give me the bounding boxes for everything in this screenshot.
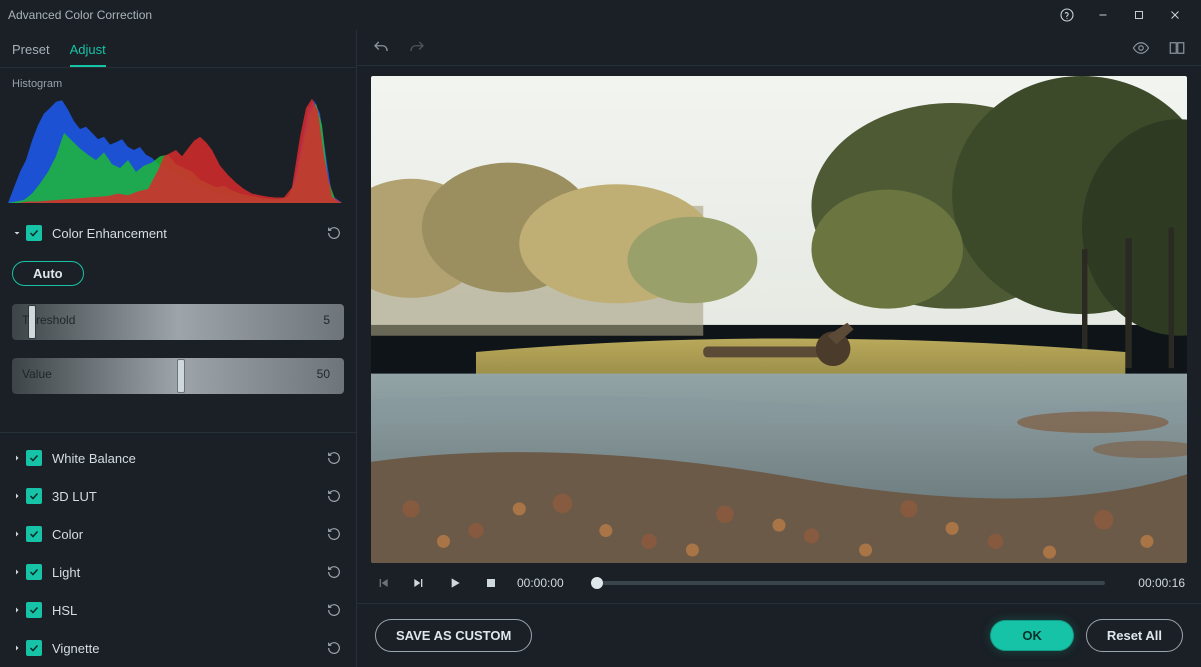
checkbox-white-balance[interactable] [26, 450, 42, 466]
right-panel: 00:00:00 00:00:16 SAVE AS CUSTOM OK Rese… [357, 30, 1201, 667]
auto-button[interactable]: Auto [12, 261, 84, 286]
compare-icon[interactable] [1167, 38, 1187, 58]
value-slider[interactable]: Value 50 [12, 358, 344, 394]
checkbox-color[interactable] [26, 526, 42, 542]
checkbox-hsl[interactable] [26, 602, 42, 618]
threshold-slider[interactable]: Threshold 5 [12, 304, 344, 340]
footer: SAVE AS CUSTOM OK Reset All [357, 603, 1201, 667]
section-label: HSL [52, 603, 322, 618]
reset-color[interactable] [322, 522, 346, 546]
section-white-balance[interactable]: White Balance [0, 439, 356, 477]
value-label: Value [22, 367, 52, 381]
reset-hsl[interactable] [322, 598, 346, 622]
play-button[interactable] [445, 573, 465, 593]
threshold-thumb[interactable] [29, 306, 35, 338]
time-current: 00:00:00 [517, 576, 575, 590]
section-vignette[interactable]: Vignette [0, 629, 356, 667]
undo-button[interactable] [371, 38, 391, 58]
section-3d-lut[interactable]: 3D LUT [0, 477, 356, 515]
section-light[interactable]: Light [0, 553, 356, 591]
section-label: White Balance [52, 451, 322, 466]
histogram [8, 94, 348, 203]
redo-button[interactable] [407, 38, 427, 58]
ok-button[interactable]: OK [990, 620, 1074, 651]
section-label: 3D LUT [52, 489, 322, 504]
section-label: Color [52, 527, 322, 542]
section-color[interactable]: Color [0, 515, 356, 553]
preview-toolbar [357, 30, 1201, 66]
seek-track[interactable] [597, 581, 1105, 585]
section-color-enhancement[interactable]: Color Enhancement [0, 215, 356, 251]
stop-button[interactable] [481, 573, 501, 593]
value-thumb[interactable] [178, 360, 184, 392]
next-frame-button[interactable] [409, 573, 429, 593]
reset-3d-lut[interactable] [322, 484, 346, 508]
caret-right-icon [10, 452, 24, 464]
tab-preset[interactable]: Preset [12, 36, 50, 67]
preview-toggle-icon[interactable] [1131, 38, 1151, 58]
maximize-button[interactable] [1121, 0, 1157, 30]
section-label: Light [52, 565, 322, 580]
reset-vignette[interactable] [322, 636, 346, 660]
checkbox-vignette[interactable] [26, 640, 42, 656]
seek-knob[interactable] [591, 577, 603, 589]
checkbox-light[interactable] [26, 564, 42, 580]
caret-right-icon [10, 490, 24, 502]
section-label: Vignette [52, 641, 322, 656]
help-button[interactable] [1049, 0, 1085, 30]
prev-frame-button[interactable] [373, 573, 393, 593]
histogram-label: Histogram [0, 68, 356, 94]
caret-right-icon [10, 604, 24, 616]
save-as-custom-button[interactable]: SAVE AS CUSTOM [375, 619, 532, 652]
video-preview[interactable] [371, 76, 1187, 563]
playback-bar: 00:00:00 00:00:16 [371, 563, 1187, 603]
left-panel: Preset Adjust Histogram Color Enhancemen… [0, 30, 357, 667]
threshold-value: 5 [323, 313, 330, 327]
caret-right-icon [10, 642, 24, 654]
checkbox-color-enhancement[interactable] [26, 225, 42, 241]
checkbox-3d-lut[interactable] [26, 488, 42, 504]
tabs: Preset Adjust [0, 30, 356, 68]
minimize-button[interactable] [1085, 0, 1121, 30]
time-total: 00:00:16 [1127, 576, 1185, 590]
reset-all-button[interactable]: Reset All [1086, 619, 1183, 652]
section-label: Color Enhancement [52, 226, 322, 241]
section-hsl[interactable]: HSL [0, 591, 356, 629]
reset-color-enhancement[interactable] [322, 221, 346, 245]
reset-white-balance[interactable] [322, 446, 346, 470]
close-button[interactable] [1157, 0, 1193, 30]
tab-adjust[interactable]: Adjust [70, 36, 106, 67]
caret-right-icon [10, 566, 24, 578]
caret-right-icon [10, 528, 24, 540]
titlebar: Advanced Color Correction [0, 0, 1201, 30]
window-title: Advanced Color Correction [8, 8, 152, 22]
caret-down-icon [10, 227, 24, 239]
reset-light[interactable] [322, 560, 346, 584]
value-value: 50 [317, 367, 330, 381]
